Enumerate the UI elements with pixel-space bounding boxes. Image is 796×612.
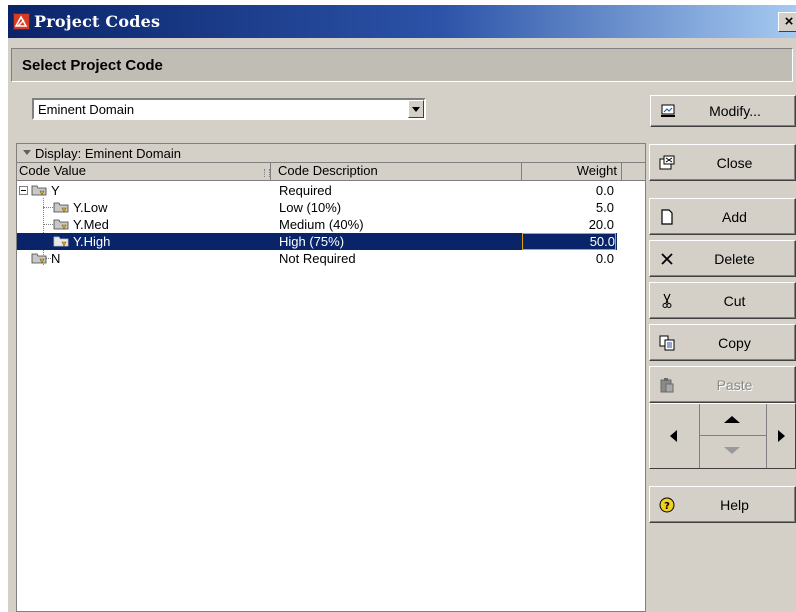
new-document-icon — [659, 208, 675, 225]
row-code-value: Y.High — [73, 234, 111, 249]
help-label: Help — [720, 496, 749, 513]
scissors-icon — [659, 293, 675, 309]
title-bar[interactable]: Project Codes × — [8, 5, 796, 38]
table-row[interactable]: N Not Required 0.0 — [17, 250, 617, 267]
cut-label: Cut — [723, 292, 746, 309]
row-code-value: Y.Low — [73, 200, 108, 215]
group-label: Display: Eminent Domain — [35, 146, 181, 161]
row-weight-editing[interactable]: 50.0 — [522, 233, 616, 250]
project-codes-window: Project Codes × Select Project Code Emin… — [8, 5, 796, 612]
row-code-description: Not Required — [279, 251, 356, 266]
move-left-arrow-icon[interactable] — [650, 404, 700, 468]
row-code-description: Low (10%) — [279, 200, 342, 215]
chevron-down-icon[interactable] — [408, 100, 424, 118]
close-window-icon — [659, 155, 675, 171]
section-title: Select Project Code — [22, 57, 163, 74]
close-button[interactable]: Close — [649, 144, 796, 181]
column-header-code-description[interactable]: Code Description — [271, 163, 522, 181]
modify-icon — [660, 103, 676, 119]
section-header: Select Project Code — [11, 48, 793, 82]
modify-button[interactable]: Modify... — [650, 95, 796, 127]
code-folder-icon — [53, 219, 69, 230]
cut-button[interactable]: Cut — [649, 282, 796, 319]
copy-label: Copy — [718, 334, 751, 351]
column-header-code-value[interactable]: Code Value — [17, 163, 271, 181]
table-row[interactable]: Y.Med Medium (40%) 20.0 — [17, 216, 617, 233]
table-row-selected[interactable]: Y.High High (75%) 50.0 — [17, 233, 617, 250]
close-label: Close — [716, 154, 753, 171]
code-folder-icon — [31, 185, 47, 196]
row-weight[interactable]: 0.0 — [522, 182, 614, 199]
paste-icon — [659, 377, 675, 393]
move-up-arrow-icon[interactable] — [700, 404, 766, 436]
add-button[interactable]: Add — [649, 198, 796, 235]
modify-label: Modify... — [709, 103, 761, 119]
project-code-combo[interactable]: Eminent Domain — [32, 98, 426, 120]
row-weight[interactable]: 20.0 — [522, 216, 614, 233]
column-header-weight[interactable]: Weight — [522, 163, 622, 181]
code-folder-icon — [53, 236, 69, 247]
row-code-description: Required — [279, 183, 332, 198]
row-weight[interactable]: 5.0 — [522, 199, 614, 216]
row-code-value: Y.Med — [73, 217, 109, 232]
row-code-description: Medium (40%) — [279, 217, 364, 232]
column-header-filler — [622, 163, 645, 181]
tree-collapse-icon[interactable] — [19, 186, 28, 195]
help-question-icon: ? — [659, 497, 675, 513]
collapse-triangle-icon[interactable] — [23, 150, 31, 155]
combo-selected-value: Eminent Domain — [38, 102, 135, 117]
delete-label: Delete — [714, 250, 755, 267]
app-icon — [13, 13, 30, 30]
row-code-value: Y — [51, 183, 60, 198]
grid-group-header[interactable]: Display: Eminent Domain — [17, 144, 645, 163]
move-down-arrow-icon[interactable] — [700, 436, 766, 468]
code-folder-icon — [53, 202, 69, 213]
move-arrows-cluster — [649, 403, 796, 469]
window-title: Project Codes — [34, 12, 161, 31]
move-right-arrow-icon[interactable] — [766, 404, 795, 468]
table-row[interactable]: Y.Low Low (10%) 5.0 — [17, 199, 617, 216]
row-weight[interactable]: 0.0 — [522, 250, 614, 267]
help-button[interactable]: ? Help — [649, 486, 796, 523]
delete-x-icon — [659, 251, 675, 267]
code-grid[interactable]: Display: Eminent Domain Code Value Code … — [16, 143, 646, 612]
copy-button[interactable]: Copy — [649, 324, 796, 361]
svg-text:?: ? — [664, 501, 670, 512]
column-resize-handle[interactable] — [264, 169, 270, 177]
add-label: Add — [722, 208, 747, 225]
row-code-value: N — [51, 251, 61, 266]
code-folder-icon — [31, 253, 47, 264]
paste-label: Paste — [716, 376, 753, 393]
delete-button[interactable]: Delete — [649, 240, 796, 277]
table-row[interactable]: Y Required 0.0 — [17, 182, 617, 199]
copy-icon — [659, 335, 675, 351]
row-code-description: High (75%) — [279, 234, 345, 249]
paste-button[interactable]: Paste — [649, 366, 796, 403]
window-close-button[interactable]: × — [778, 12, 796, 32]
